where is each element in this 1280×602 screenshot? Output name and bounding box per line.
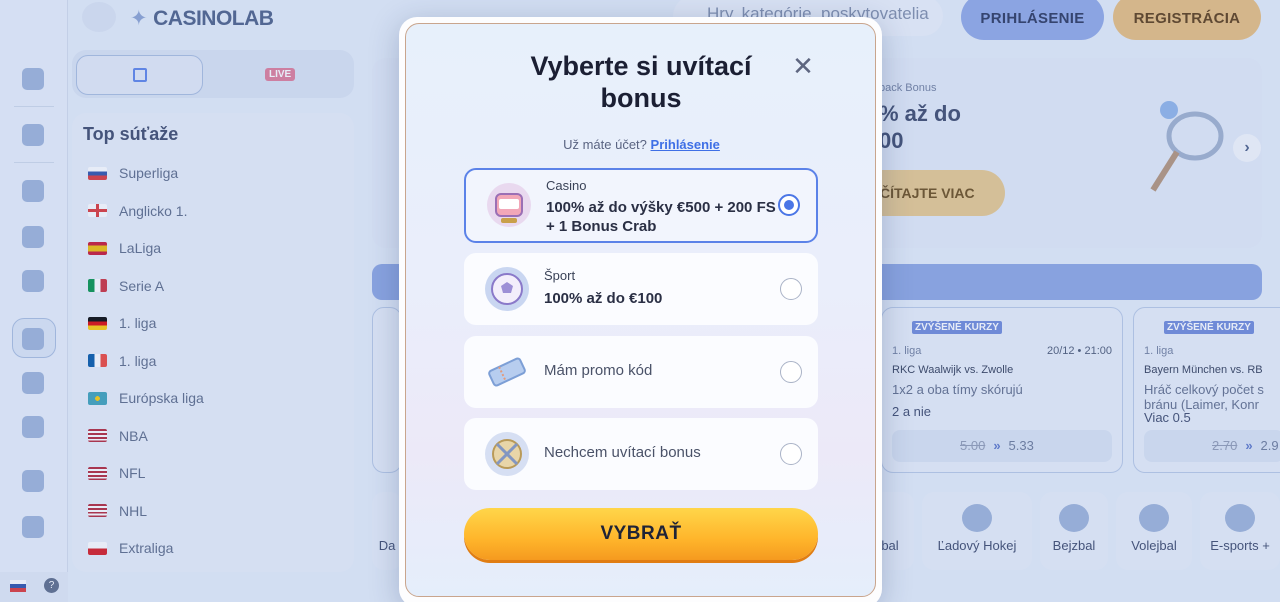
bonus-radio[interactable] <box>780 361 802 383</box>
bonus-option-sport[interactable]: Šport 100% až do €100 <box>464 253 818 325</box>
crossed-coins-icon <box>485 432 529 476</box>
welcome-bonus-modal: Vyberte si uvítací bonus ✕ Už máte účet?… <box>399 17 882 602</box>
slot-machine-icon <box>487 183 531 227</box>
bonus-description: 100% až do výšky €500 + 200 FS + 1 Bonus… <box>546 199 776 235</box>
bonus-option-casino[interactable]: Casino 100% až do výšky €500 + 200 FS + … <box>464 168 818 243</box>
bonus-option-promo-code[interactable]: Mám promo kód <box>464 336 818 408</box>
bonus-radio-selected[interactable] <box>778 194 800 216</box>
account-prompt: Už máte účet? Prihlásenie <box>406 137 877 152</box>
bonus-description: Nechcem uvítací bonus <box>544 444 701 461</box>
bonus-radio[interactable] <box>780 278 802 300</box>
bonus-description: Mám promo kód <box>544 362 653 379</box>
ticket-icon <box>488 357 526 387</box>
account-prompt-text: Už máte účet? <box>563 137 647 152</box>
login-link[interactable]: Prihlásenie <box>651 137 720 152</box>
modal-title: Vyberte si uvítací bonus <box>530 51 752 113</box>
soccer-ball-icon <box>485 267 529 311</box>
bonus-description: 100% až do €100 <box>544 290 663 307</box>
modal-panel: Vyberte si uvítací bonus ✕ Už máte účet?… <box>405 23 876 597</box>
close-icon[interactable]: ✕ <box>791 53 815 79</box>
bonus-category: Casino <box>546 178 587 193</box>
bonus-category: Šport <box>544 268 576 283</box>
bonus-radio[interactable] <box>780 443 802 465</box>
select-bonus-button[interactable]: VYBRAŤ <box>464 508 818 560</box>
bonus-option-no-bonus[interactable]: Nechcem uvítací bonus <box>464 418 818 490</box>
